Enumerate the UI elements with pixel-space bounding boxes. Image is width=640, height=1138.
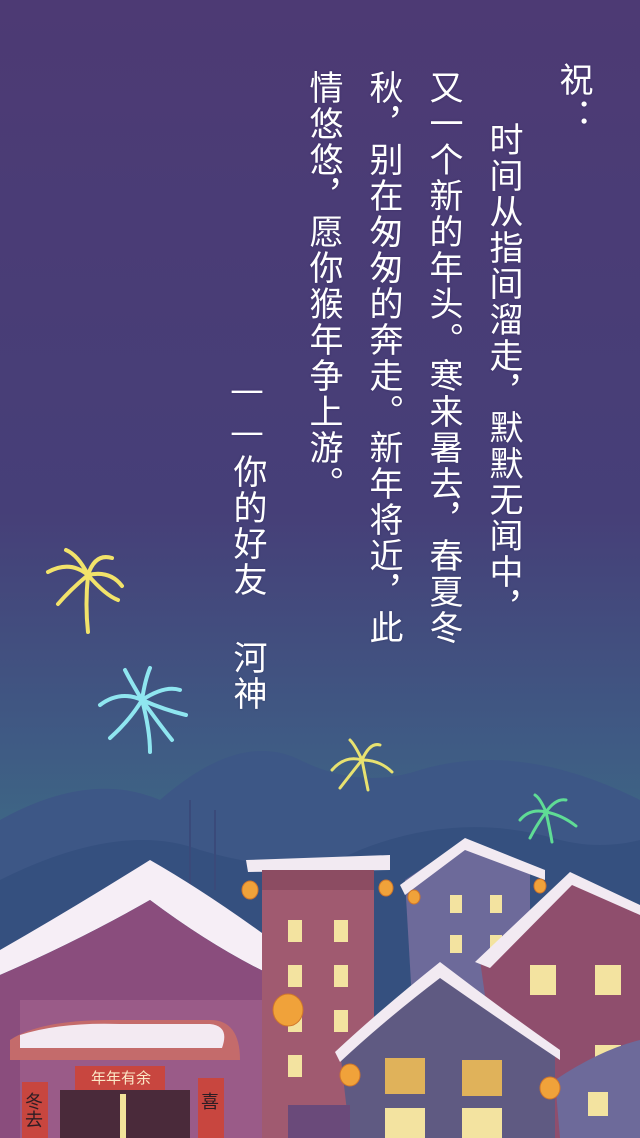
letter-line-4: 情悠悠，愿你猴年争上游。	[303, 70, 343, 502]
letter-line-1: 时间从指间溜走，默默无闻中，	[483, 122, 523, 626]
letter-line-3: 秋，别在匆匆的奔走。新年将近，此	[363, 70, 403, 646]
couplet-right: 喜	[198, 1092, 219, 1110]
greeting: 祝：	[553, 62, 593, 134]
signature: ——你的好友 河神	[227, 370, 267, 712]
letter-line-2: 又一个新的年头。寒来暑去，春夏冬	[423, 70, 463, 646]
banner-sign: 年年有余	[90, 1069, 151, 1087]
couplet-left: 冬去	[22, 1092, 43, 1128]
